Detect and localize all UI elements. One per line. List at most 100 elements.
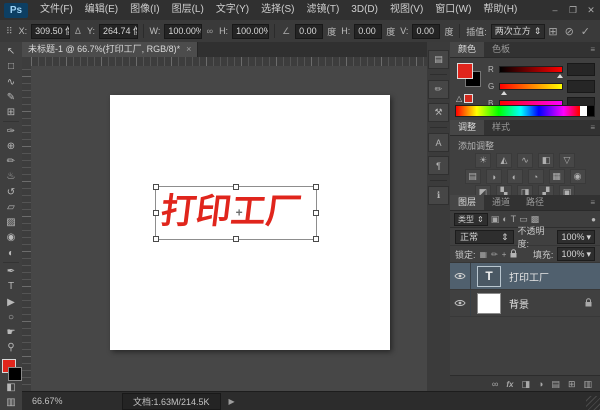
add-layer-mask-icon[interactable]: ◨ <box>521 379 530 390</box>
fill-dropdown[interactable]: 100% ▾ <box>557 247 595 261</box>
layer-row-background[interactable]: 背景 <box>450 290 600 317</box>
delete-layer-icon[interactable]: ▥ <box>583 379 592 390</box>
transform-bounding-box[interactable]: 打印工厂 + <box>153 184 319 242</box>
shape-tool[interactable]: ○ <box>1 310 21 325</box>
rectangular-marquee-tool[interactable]: □ <box>1 59 21 74</box>
green-channel-slider[interactable] <box>499 82 563 95</box>
transform-handle[interactable] <box>313 184 319 190</box>
cancel-transform-icon[interactable]: ⊘ <box>565 25 574 38</box>
canvas-surround[interactable]: 打印工厂 + <box>31 66 427 392</box>
h-skew-field[interactable]: 0.00 <box>354 23 383 39</box>
tab-close-icon[interactable]: × <box>186 42 191 57</box>
close-icon[interactable]: ✕ <box>582 0 600 20</box>
transform-handle[interactable] <box>153 236 159 242</box>
tool-presets-panel-icon[interactable]: ⚒ <box>428 103 449 122</box>
vibrance-adjustment-icon[interactable]: ▽ <box>559 153 575 168</box>
tab-layers[interactable]: 图层 <box>450 195 485 210</box>
brightness-contrast-adjustment-icon[interactable]: ☀ <box>475 153 491 168</box>
document-tab[interactable]: 未标题-1 @ 66.7%(打印工厂, RGB/8)* × <box>22 42 199 57</box>
eyedropper-tool[interactable]: ✑ <box>1 123 21 138</box>
panel-menu-icon[interactable]: ≡ <box>585 42 600 57</box>
layer-visibility-toggle[interactable] <box>450 290 471 316</box>
gamut-warning-icon[interactable]: △ <box>456 94 462 103</box>
black-white-adjustment-icon[interactable]: ◐ <box>506 169 523 184</box>
v-skew-field[interactable]: 0.00 <box>412 23 441 39</box>
move-tool[interactable]: ↖ <box>1 44 21 59</box>
screen-mode-icon[interactable]: ▥ <box>1 395 21 410</box>
transform-handle[interactable] <box>153 184 159 190</box>
history-brush-tool[interactable]: ↺ <box>1 184 21 199</box>
filter-pixel-layers-icon[interactable]: ▣ <box>491 214 500 225</box>
channel-mixer-adjustment-icon[interactable]: ▦ <box>548 169 565 184</box>
relative-position-icon[interactable]: Δ <box>73 26 83 36</box>
minimize-icon[interactable]: – <box>546 0 564 20</box>
quick-selection-tool[interactable]: ✎ <box>1 90 21 105</box>
width-scale-field[interactable]: 100.00% <box>164 23 202 39</box>
tab-channels[interactable]: 通道 <box>484 195 518 210</box>
y-position-field[interactable]: 264.74 像素 <box>98 23 138 39</box>
color-balance-adjustment-icon[interactable]: ◑ <box>485 169 502 184</box>
zoom-tool[interactable]: ⚲ <box>1 340 21 355</box>
transform-reference-point[interactable]: + <box>236 205 243 219</box>
photo-filter-adjustment-icon[interactable]: ◔ <box>527 169 544 184</box>
panel-menu-icon[interactable]: ≡ <box>585 120 600 135</box>
layer-row-text[interactable]: T 打印工厂 <box>450 263 600 290</box>
menu-type[interactable]: 文字(Y) <box>210 0 255 20</box>
path-selection-tool[interactable]: ▶ <box>1 294 21 309</box>
slider-handle[interactable] <box>501 88 507 95</box>
height-scale-field[interactable]: 100.00% <box>232 23 270 39</box>
menu-filter[interactable]: 滤镜(T) <box>301 0 346 20</box>
quick-mask-icon[interactable]: ◧ <box>1 380 21 395</box>
menu-help[interactable]: 帮助(H) <box>477 0 523 20</box>
new-layer-icon[interactable]: ⊞ <box>568 379 576 390</box>
character-panel-icon[interactable]: A <box>428 133 449 152</box>
history-panel-icon[interactable]: ▤ <box>428 50 449 69</box>
lock-all-icon[interactable] <box>510 248 517 260</box>
lasso-tool[interactable]: ∿ <box>1 75 21 90</box>
red-channel-value[interactable] <box>567 62 595 76</box>
tab-styles[interactable]: 样式 <box>484 120 518 135</box>
filter-type-dropdown[interactable]: 类型 ⇕ <box>454 212 488 226</box>
web-safe-color-icon[interactable] <box>464 94 474 103</box>
lock-image-pixels-icon[interactable]: ✏ <box>491 250 498 259</box>
filter-adjustment-layers-icon[interactable]: ◐ <box>502 214 507 224</box>
red-channel-slider[interactable] <box>499 65 563 78</box>
clone-stamp-tool[interactable]: ♨ <box>1 169 21 184</box>
gradient-tool[interactable]: ▨ <box>1 215 21 230</box>
transform-handle[interactable] <box>233 236 239 242</box>
background-layer-thumbnail[interactable] <box>477 292 501 314</box>
transform-handle[interactable] <box>153 210 159 216</box>
menu-3d[interactable]: 3D(D) <box>345 0 384 20</box>
slider-handle[interactable] <box>557 71 563 78</box>
exposure-adjustment-icon[interactable]: ◧ <box>538 153 554 168</box>
brush-tool[interactable]: ✏ <box>1 154 21 169</box>
tab-color[interactable]: 颜色 <box>450 42 485 57</box>
menu-edit[interactable]: 编辑(E) <box>79 0 124 20</box>
blend-mode-dropdown[interactable]: 正常 ⇕ <box>455 229 514 244</box>
hand-tool[interactable]: ☛ <box>1 325 21 340</box>
lock-position-icon[interactable]: + <box>502 250 507 259</box>
commit-transform-icon[interactable]: ✓ <box>581 25 590 38</box>
window-resize-grip[interactable] <box>586 396 600 410</box>
canvas[interactable]: 打印工厂 + <box>110 95 390 350</box>
layer-name[interactable]: 背景 <box>509 296 529 311</box>
switch-transform-warp-icon[interactable]: ⊞ <box>548 25 557 38</box>
color-lookup-adjustment-icon[interactable]: ◉ <box>569 169 586 184</box>
lock-transparent-pixels-icon[interactable]: ▦ <box>480 250 488 259</box>
spot-healing-brush-tool[interactable]: ⊕ <box>1 139 21 154</box>
x-position-field[interactable]: 309.50 像素 <box>31 23 70 39</box>
type-tool[interactable]: T <box>1 279 21 294</box>
menu-select[interactable]: 选择(S) <box>255 0 300 20</box>
interpolation-dropdown[interactable]: 两次立方 ⇕ <box>490 23 546 39</box>
pen-tool[interactable]: ✒ <box>1 264 21 279</box>
info-panel-icon[interactable]: ℹ <box>428 186 449 205</box>
layer-style-icon[interactable]: fx <box>506 380 513 389</box>
panel-menu-icon[interactable]: ≡ <box>585 195 600 210</box>
opacity-dropdown[interactable]: 100% ▾ <box>557 229 595 244</box>
tab-adjustments[interactable]: 调整 <box>450 120 485 135</box>
paragraph-panel-icon[interactable]: ¶ <box>428 156 449 175</box>
curves-adjustment-icon[interactable]: ∿ <box>517 153 533 168</box>
filter-type-layers-icon[interactable]: T <box>511 214 517 224</box>
menu-image[interactable]: 图像(I) <box>124 0 165 20</box>
canvas-text-layer[interactable]: 打印工厂 <box>158 191 304 233</box>
